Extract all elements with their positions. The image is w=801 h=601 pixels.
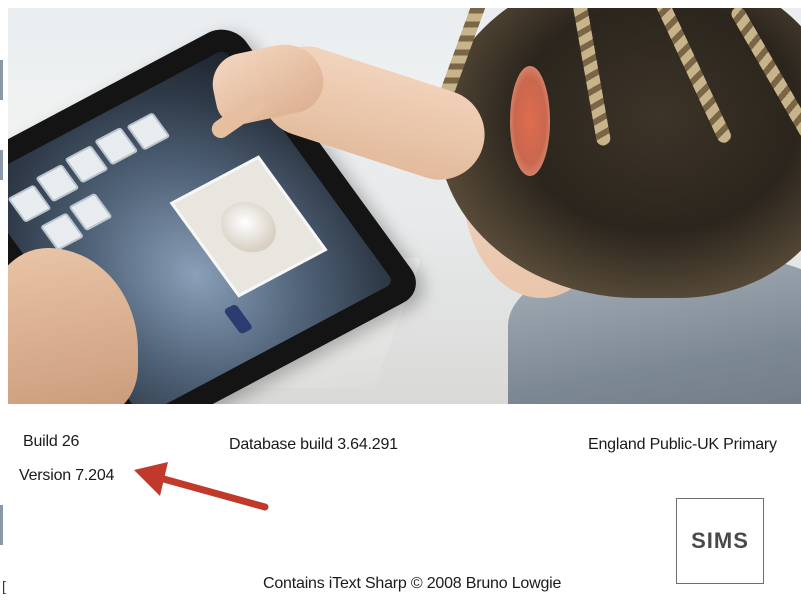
edge-glyph: [ — [2, 578, 6, 594]
app-figure — [223, 303, 254, 335]
copyright-label: Contains iText Sharp © 2008 Bruno Lowgie — [263, 575, 562, 592]
arrow-icon — [134, 462, 269, 511]
edge-artifact — [0, 150, 3, 180]
child-ear — [510, 66, 550, 176]
version-label: Version 7.204 — [19, 467, 115, 484]
splash-window: Build 26 Version 7.204 Database build 3.… — [0, 0, 801, 601]
edge-artifact — [0, 505, 3, 545]
sims-logo: SIMS — [676, 498, 764, 584]
edge-artifact — [0, 60, 3, 100]
sims-logo-text: SIMS — [691, 528, 749, 553]
splash-hero-image — [8, 8, 801, 404]
build-label: Build 26 — [23, 433, 80, 450]
region-label: England Public-UK Primary — [588, 436, 777, 453]
app-card — [169, 155, 328, 298]
